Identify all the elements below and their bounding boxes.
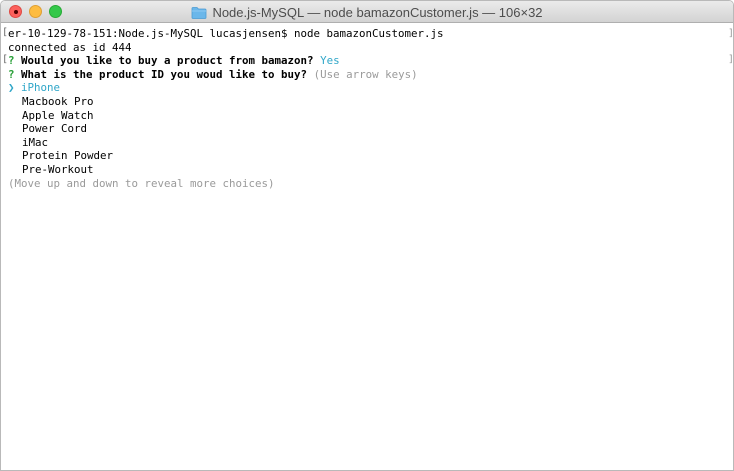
choice-item[interactable]: Power Cord (8, 122, 733, 136)
connected-line: connected as id 444 (8, 40, 132, 54)
mark-bracket-left: [ (2, 54, 9, 65)
window-title: Node.js-MySQL — node bamazonCustomer.js … (1, 1, 733, 23)
shell-prompt-line: er-10-129-78-151:Node.js-MySQL lucasjens… (8, 27, 444, 40)
question-mark: ? (8, 54, 15, 68)
choice-item[interactable]: iMac (8, 136, 733, 150)
question-2-hint: (Use arrow keys) (313, 67, 418, 81)
choice-label: iPhone (21, 81, 61, 95)
choice-item[interactable]: Protein Powder (8, 149, 733, 163)
pointer-icon: ❯ (8, 81, 15, 95)
question-1-line: ? Would you like to buy a product from b… (8, 54, 733, 68)
terminal-window: Node.js-MySQL — node bamazonCustomer.js … (0, 0, 734, 471)
choice-selected[interactable]: ❯ iPhone (8, 81, 733, 95)
more-choices-hint: (Move up and down to reveal more choices… (8, 176, 275, 190)
question-2-text: What is the product ID you woud like to … (21, 67, 308, 81)
window-title-text: Node.js-MySQL — node bamazonCustomer.js … (212, 4, 543, 20)
mark-bracket-left: [ (2, 27, 9, 38)
terminal-output[interactable]: [ ] [ ] er-10-129-78-151:Node.js-MySQL l… (1, 23, 733, 470)
choice-item[interactable]: Pre-Workout (8, 163, 733, 177)
choice-item[interactable]: Macbook Pro (8, 95, 733, 109)
mark-bracket-right: ] (728, 28, 734, 39)
question-1-answer: Yes (320, 54, 340, 68)
question-mark: ? (8, 67, 15, 81)
mark-bracket-right: ] (728, 54, 734, 65)
title-bar[interactable]: Node.js-MySQL — node bamazonCustomer.js … (1, 1, 733, 23)
question-1-text: Would you like to buy a product from bam… (21, 54, 314, 68)
question-2-line: ? What is the product ID you woud like t… (8, 68, 733, 82)
folder-icon (192, 6, 207, 19)
choice-item[interactable]: Apple Watch (8, 109, 733, 123)
